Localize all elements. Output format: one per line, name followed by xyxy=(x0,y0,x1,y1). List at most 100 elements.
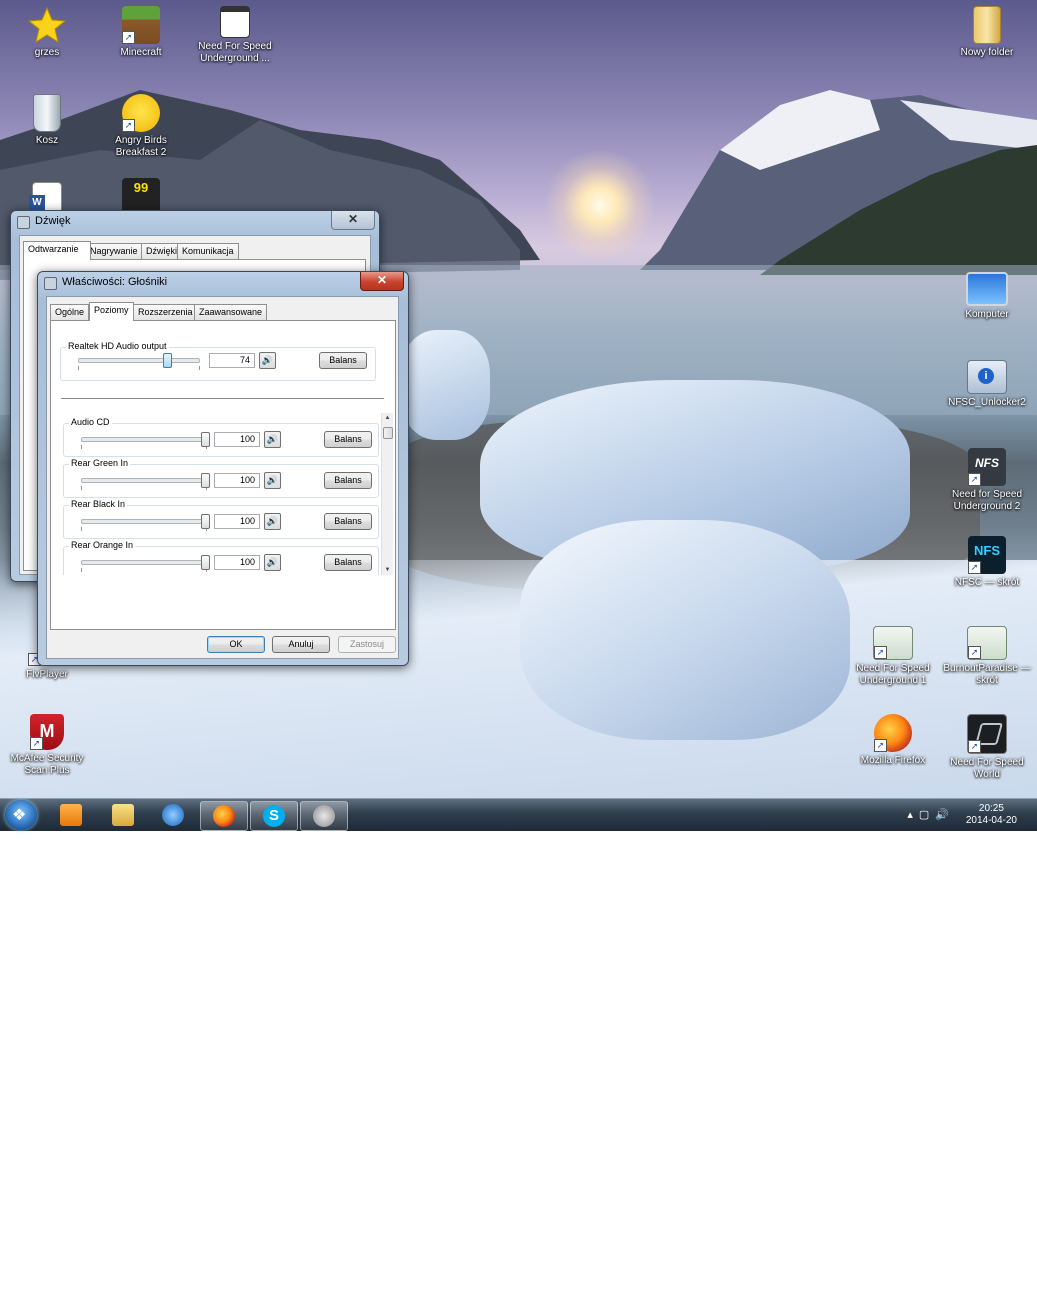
close-button[interactable]: ✕ xyxy=(331,211,375,230)
tab-rozszerzenia[interactable]: Rozszerzenia xyxy=(133,304,198,320)
scroll-down-arrow-icon[interactable]: ▼ xyxy=(382,565,393,575)
tab-poziomy[interactable]: Poziomy xyxy=(89,302,134,321)
channel-balance-button[interactable]: Balans xyxy=(324,472,372,489)
taskbar-thunder[interactable] xyxy=(150,801,196,829)
slider-ticks xyxy=(81,568,207,572)
properties-tabs: Ogólne Poziomy Rozszerzenia Zaawansowane xyxy=(50,302,390,321)
scroll-thumb[interactable] xyxy=(383,427,393,439)
channel-mute-button[interactable]: 🔊 xyxy=(264,431,281,448)
slider-ticks xyxy=(81,445,207,449)
channel-volume-value[interactable]: 100 xyxy=(214,555,260,570)
master-volume-value[interactable]: 74 xyxy=(209,353,255,368)
desktop-icon-grzes[interactable]: grzes xyxy=(2,6,92,59)
desktop-icon-nfsc-unlocker[interactable]: i NFSC_Unlocker2 xyxy=(942,360,1032,409)
taskbar-media-player[interactable] xyxy=(48,801,94,829)
speaker-icon xyxy=(17,216,30,229)
tab-nagrywanie[interactable]: Nagrywanie xyxy=(85,243,143,259)
desktop: grzes ➚ Minecraft Need For Speed Undergr… xyxy=(0,0,1037,798)
channel-mute-button[interactable]: 🔊 xyxy=(264,472,281,489)
channel-rear-green: Rear Green In 100 🔊 Balans xyxy=(63,458,379,498)
channel-volume-value[interactable]: 100 xyxy=(214,514,260,529)
channel-balance-button[interactable]: Balans xyxy=(324,431,372,448)
channel-volume-value[interactable]: 100 xyxy=(214,473,260,488)
properties-window[interactable]: Właściwości: Głośniki ✕ Ogólne Poziomy R… xyxy=(37,271,409,666)
channel-track xyxy=(81,478,207,483)
shortcut-arrow-icon: ➚ xyxy=(874,739,887,752)
speaker-icon: 🔊 xyxy=(266,434,279,444)
apply-button[interactable]: Zastosuj xyxy=(338,636,396,653)
tab-zaawansowane[interactable]: Zaawansowane xyxy=(194,304,268,320)
network-icon[interactable]: ▢ xyxy=(919,809,935,821)
channel-volume-slider[interactable] xyxy=(201,473,210,488)
nfs-icon: NFS ➚ xyxy=(968,448,1006,486)
desktop-icon-angry-birds[interactable]: ➚ Angry Birds Breakfast 2 xyxy=(96,94,186,159)
desktop-icon-nfsc[interactable]: NFS ➚ NFSC — skrót xyxy=(942,536,1032,589)
tab-komunikacja[interactable]: Komunikacja xyxy=(177,243,239,259)
master-volume-slider[interactable] xyxy=(162,353,172,368)
windows-logo-icon: ❖ xyxy=(12,807,27,824)
desktop-icon-nfsu1[interactable]: ➚ Need For Speed Underground 1 xyxy=(848,626,938,687)
skype-icon: S xyxy=(263,805,285,827)
desktop-icon-burnout[interactable]: ➚ BurnoutParadise — skrót xyxy=(942,626,1032,687)
start-button[interactable]: ❖ xyxy=(5,800,37,830)
taskbar-explorer[interactable] xyxy=(100,801,146,829)
desktop-icon-mcafee[interactable]: M ➚ McAfee Security Scan Plus xyxy=(2,714,92,777)
channel-rear-orange: Rear Orange In 100 🔊 Balans xyxy=(63,540,379,575)
master-mute-button[interactable]: 🔊 xyxy=(259,352,276,369)
shortcut-arrow-icon: ➚ xyxy=(874,646,887,659)
channel-volume-value[interactable]: 100 xyxy=(214,432,260,447)
scroll-up-arrow-icon[interactable]: ▲ xyxy=(382,413,393,423)
channel-balance-button[interactable]: Balans xyxy=(324,554,372,571)
speaker-icon: 🔊 xyxy=(261,355,274,365)
channel-volume-slider[interactable] xyxy=(201,555,210,570)
channel-balance-button[interactable]: Balans xyxy=(324,513,372,530)
master-balance-button[interactable]: Balans xyxy=(319,352,367,369)
taskbar-sound[interactable] xyxy=(300,801,348,831)
tab-dzwieki[interactable]: Dźwięki xyxy=(141,243,183,259)
channel-mute-button[interactable]: 🔊 xyxy=(264,554,281,571)
desktop-icon-nfsu[interactable]: Need For Speed Underground ... xyxy=(190,6,280,65)
minecraft-icon: ➚ xyxy=(122,6,160,44)
shortcut-arrow-icon: ➚ xyxy=(122,119,135,132)
cancel-button[interactable]: Anuluj xyxy=(272,636,330,653)
desktop-icon-komputer[interactable]: Komputer xyxy=(942,272,1032,321)
window-shortcut-icon xyxy=(220,6,250,38)
firefox-icon: ➚ xyxy=(874,714,912,752)
taskbar-skype[interactable]: S xyxy=(250,801,298,831)
media-player-icon xyxy=(60,804,82,826)
channel-scrollbar[interactable]: ▲ ▼ xyxy=(381,413,393,575)
desktop-icon-nfsu2[interactable]: NFS ➚ Need for Speed Underground 2 xyxy=(942,448,1032,513)
channel-list[interactable]: Audio CD 100 🔊 Balans Rear Green In 100 xyxy=(61,413,393,575)
tab-ogolne[interactable]: Ogólne xyxy=(50,304,90,320)
close-button[interactable]: ✕ xyxy=(360,272,404,291)
desktop-icon-nowy-folder[interactable]: Nowy folder xyxy=(942,6,1032,59)
desktop-icon-firefox[interactable]: ➚ Mozilla Firefox xyxy=(848,714,938,767)
volume-icon[interactable]: 🔊 xyxy=(935,809,955,821)
clock-time: 20:25 xyxy=(978,803,1004,814)
channel-volume-slider[interactable] xyxy=(201,514,210,529)
channel-rear-black: Rear Black In 100 🔊 Balans xyxy=(63,499,379,539)
sound-tabs: Odtwarzanie Nagrywanie Dźwięki Komunikac… xyxy=(23,241,363,260)
sound-window-title: Dźwięk xyxy=(35,215,71,227)
ok-button[interactable]: OK xyxy=(207,636,265,653)
master-volume-track xyxy=(78,358,200,363)
channel-volume-slider[interactable] xyxy=(201,432,210,447)
properties-window-title: Właściwości: Głośniki xyxy=(62,276,168,288)
window-app-icon: ➚ xyxy=(873,626,913,660)
speaker-icon: 🔊 xyxy=(266,475,279,485)
desktop-icon-minecraft[interactable]: ➚ Minecraft xyxy=(96,6,186,59)
explorer-icon xyxy=(112,804,134,826)
show-hidden-icons-arrow-icon[interactable]: ▴ xyxy=(907,809,919,821)
star-icon xyxy=(27,6,67,44)
shortcut-arrow-icon: ➚ xyxy=(30,737,43,750)
system-tray[interactable]: ▴▢🔊 xyxy=(907,808,955,821)
nfs-world-icon: ➚ xyxy=(967,714,1007,754)
taskbar-firefox[interactable] xyxy=(200,801,248,831)
ice-block xyxy=(400,330,490,440)
clock[interactable]: 20:25 2014-04-20 xyxy=(966,803,1017,827)
desktop-icon-nfs-world[interactable]: ➚ Need For Speed World xyxy=(942,714,1032,781)
channel-mute-button[interactable]: 🔊 xyxy=(264,513,281,530)
desktop-icon-kosz[interactable]: Kosz xyxy=(2,94,92,147)
slider-ticks xyxy=(81,486,207,490)
tab-odtwarzanie[interactable]: Odtwarzanie xyxy=(23,241,91,260)
